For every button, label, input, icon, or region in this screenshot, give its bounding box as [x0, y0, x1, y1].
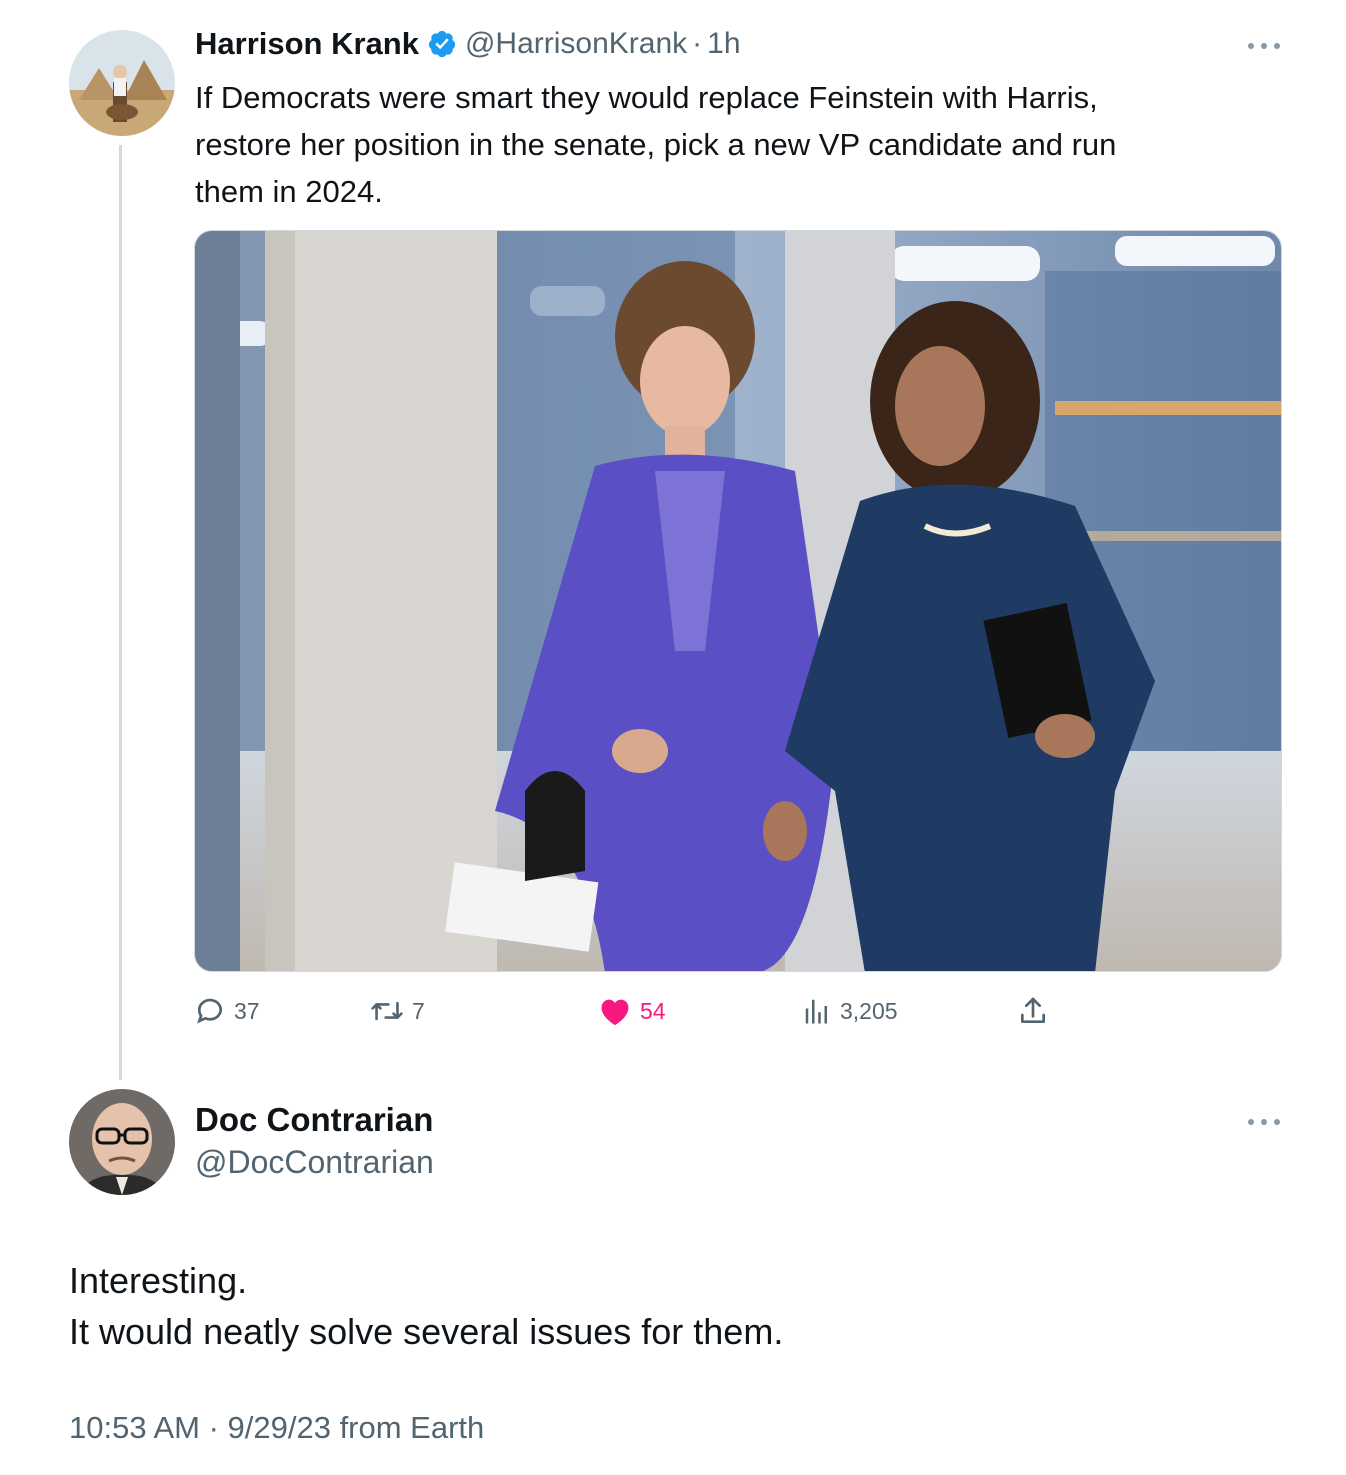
tweet-action-bar: 37 7 54 3,205 [194, 992, 1054, 1032]
share-button[interactable] [1017, 992, 1049, 1030]
like-count: 54 [640, 997, 666, 1024]
heart-icon [598, 995, 632, 1027]
verified-badge-icon[interactable] [427, 29, 457, 59]
reply-author-display-name[interactable]: Doc Contrarian [195, 1101, 433, 1139]
retweet-icon [370, 995, 404, 1027]
tweet-header: Harrison Krank @HarrisonKrank · 1h [195, 26, 741, 62]
more-options-icon[interactable] [1248, 1117, 1280, 1127]
reply-timestamp[interactable]: 10:53 AM · 9/29/23 from Earth [69, 1410, 484, 1446]
view-count: 3,205 [840, 997, 898, 1024]
share-icon [1017, 995, 1049, 1027]
harrison-krank-avatar[interactable] [69, 30, 175, 136]
more-options-icon[interactable] [1248, 41, 1280, 51]
author-handle[interactable]: @HarrisonKrank [465, 27, 687, 61]
retweet-button[interactable]: 7 [370, 992, 425, 1030]
author-display-name[interactable]: Harrison Krank [195, 26, 419, 62]
reply-tweet-text: Interesting. It would neatly solve sever… [69, 1260, 784, 1352]
tweet-photo[interactable] [194, 230, 1282, 972]
thread-connector-line [119, 145, 122, 1080]
reply-author-handle[interactable]: @DocContrarian [195, 1144, 434, 1181]
doc-contrarian-avatar[interactable] [69, 1089, 175, 1195]
reply-button[interactable]: 37 [194, 992, 260, 1030]
views-chart-icon [802, 996, 832, 1026]
views-button[interactable]: 3,205 [802, 992, 898, 1030]
tweet-text: If Democrats were smart they would repla… [195, 80, 1117, 209]
reply-icon [194, 995, 226, 1027]
separator-dot: · [692, 27, 703, 60]
reply-count: 37 [234, 997, 260, 1024]
like-button[interactable]: 54 [598, 992, 666, 1030]
retweet-count: 7 [412, 997, 425, 1024]
tweet-time[interactable]: 1h [707, 27, 740, 61]
